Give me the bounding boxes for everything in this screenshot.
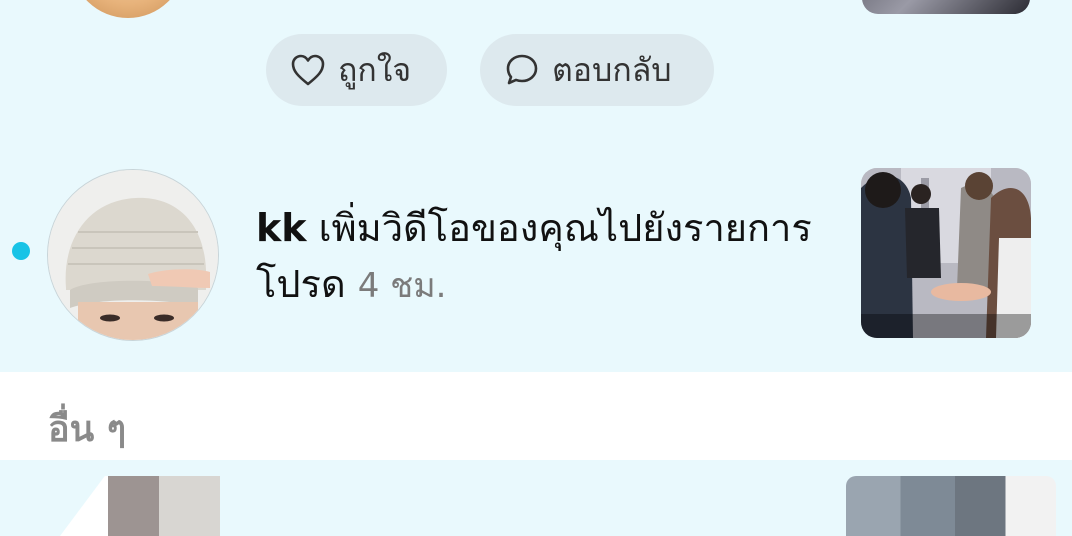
notification-message: เพิ่มวิดีโอของคุณไปยังรายการโปรด xyxy=(256,206,812,306)
like-button[interactable]: ถูกใจ xyxy=(266,34,447,106)
like-label: ถูกใจ xyxy=(338,50,412,89)
notification-text[interactable]: kk เพิ่มวิดีโอของคุณไปยังรายการโปรด 4 ชม… xyxy=(256,200,816,314)
notification-username[interactable]: kk xyxy=(256,206,307,250)
video-thumbnail[interactable] xyxy=(861,168,1031,338)
notification-time: 4 ชม. xyxy=(357,266,447,306)
next-item-thumbnail[interactable] xyxy=(846,476,1056,536)
user-avatar[interactable] xyxy=(48,170,218,340)
others-section-title: อื่น ๆ xyxy=(48,409,127,450)
avatar-photo xyxy=(48,170,218,340)
speech-bubble-icon xyxy=(504,52,540,88)
reply-button[interactable]: ตอบกลับ xyxy=(480,34,714,106)
others-section-header xyxy=(0,372,1072,460)
unread-indicator-dot xyxy=(12,242,30,260)
heart-icon xyxy=(290,53,326,87)
video-thumbnail-image xyxy=(861,168,1031,338)
previous-notification-thumbnail[interactable] xyxy=(862,0,1030,14)
reply-label: ตอบกลับ xyxy=(552,50,672,89)
